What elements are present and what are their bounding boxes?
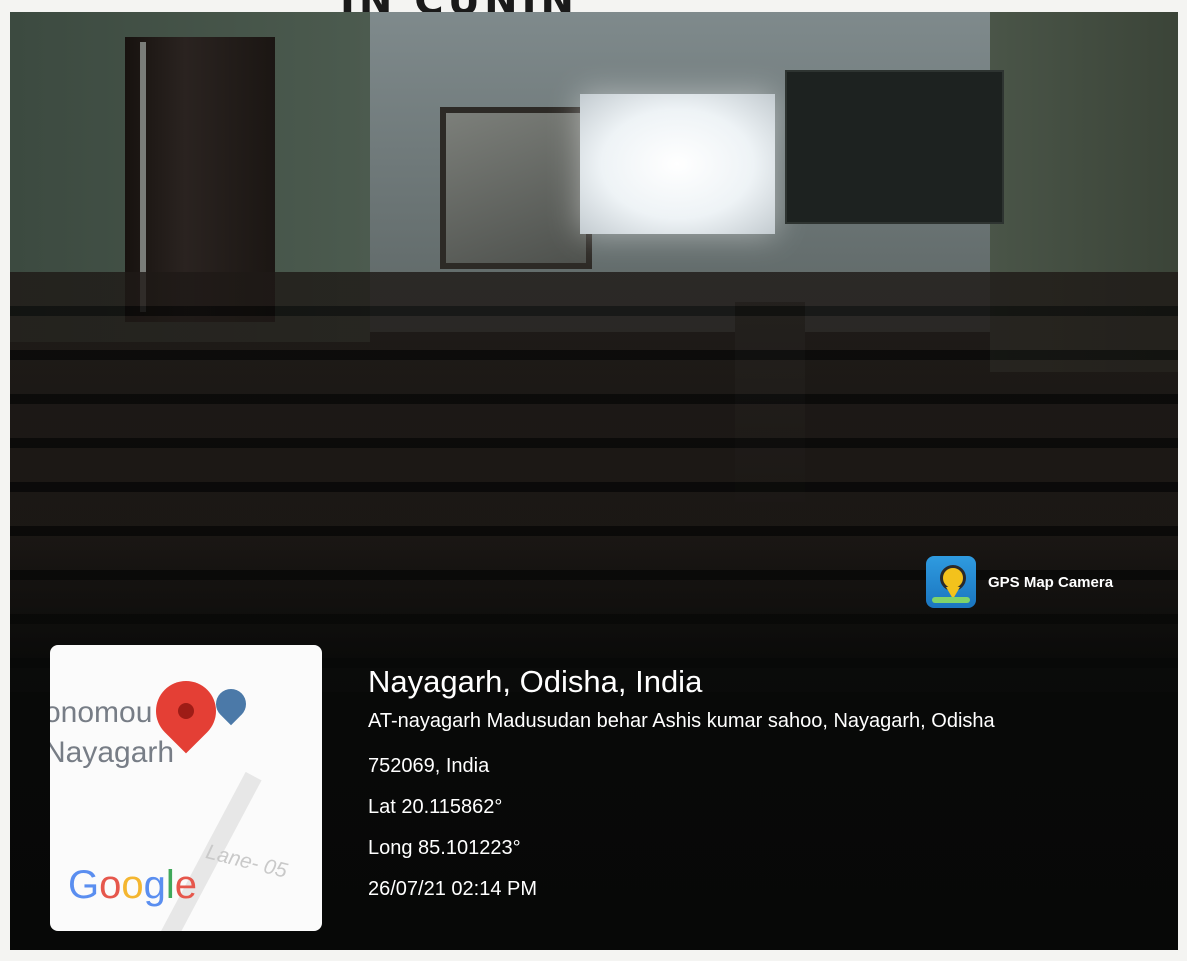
longitude: Long 85.101223° [368, 837, 521, 859]
latitude: Lat 20.115862° [368, 796, 503, 818]
gps-map-camera-icon [926, 556, 976, 608]
google-logo: Google [68, 863, 198, 907]
address-line-2: 752069, India [368, 755, 490, 777]
secondary-pin-icon [209, 682, 253, 726]
app-badge-label: GPS Map Camera [988, 573, 1114, 591]
map-pin-dot [178, 703, 194, 719]
projector-screen [580, 94, 775, 234]
location-info: Nayagarh, Odisha, India AT-nayagarh Madu… [368, 660, 995, 901]
map-lane-label: Lane- 05 [203, 840, 290, 883]
address-line-1: AT-nayagarh Madusudan behar Ashis kumar … [368, 710, 995, 732]
datetime: 26/07/21 02:14 PM [368, 878, 538, 900]
whiteboard [440, 107, 592, 269]
location-city: Nayagarh, Odisha, India [368, 664, 703, 699]
map-thumbnail: onomou Nayagarh Lane- 05 Google [50, 645, 322, 931]
blackboard [785, 70, 1004, 224]
app-badge: GPS Map Camera [926, 556, 1113, 608]
